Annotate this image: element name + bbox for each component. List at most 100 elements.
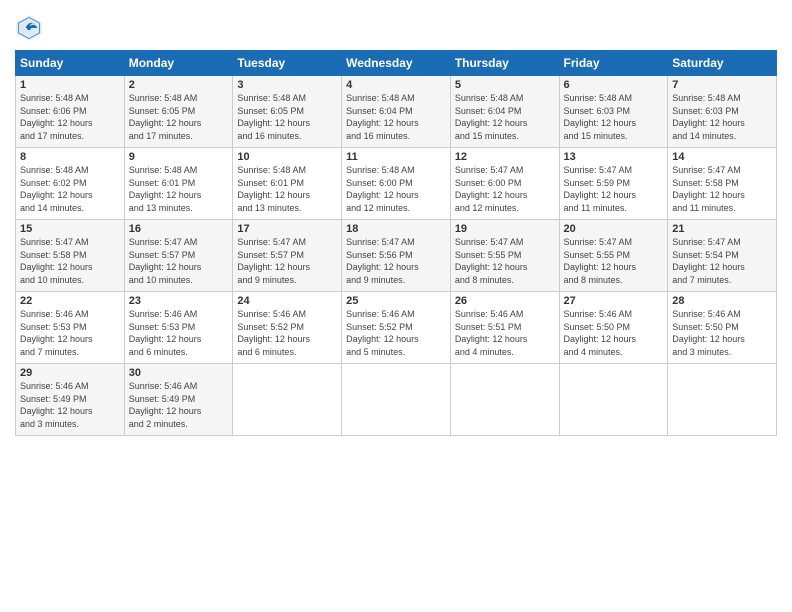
day-info: Sunrise: 5:46 AM Sunset: 5:52 PM Dayligh… bbox=[237, 308, 337, 358]
day-number: 24 bbox=[237, 295, 337, 307]
day-info: Sunrise: 5:48 AM Sunset: 6:05 PM Dayligh… bbox=[237, 92, 337, 142]
calendar-cell: 19Sunrise: 5:47 AM Sunset: 5:55 PM Dayli… bbox=[450, 220, 559, 292]
calendar-cell: 22Sunrise: 5:46 AM Sunset: 5:53 PM Dayli… bbox=[16, 292, 125, 364]
calendar-cell: 17Sunrise: 5:47 AM Sunset: 5:57 PM Dayli… bbox=[233, 220, 342, 292]
day-number: 25 bbox=[346, 295, 446, 307]
logo-icon bbox=[15, 14, 43, 42]
day-header-sunday: Sunday bbox=[16, 51, 125, 76]
day-number: 13 bbox=[564, 151, 664, 163]
calendar-cell: 18Sunrise: 5:47 AM Sunset: 5:56 PM Dayli… bbox=[342, 220, 451, 292]
calendar-cell: 27Sunrise: 5:46 AM Sunset: 5:50 PM Dayli… bbox=[559, 292, 668, 364]
week-row-2: 8Sunrise: 5:48 AM Sunset: 6:02 PM Daylig… bbox=[16, 148, 777, 220]
day-header-wednesday: Wednesday bbox=[342, 51, 451, 76]
calendar-cell: 16Sunrise: 5:47 AM Sunset: 5:57 PM Dayli… bbox=[124, 220, 233, 292]
day-info: Sunrise: 5:48 AM Sunset: 6:02 PM Dayligh… bbox=[20, 164, 120, 214]
day-info: Sunrise: 5:48 AM Sunset: 6:05 PM Dayligh… bbox=[129, 92, 229, 142]
day-info: Sunrise: 5:46 AM Sunset: 5:50 PM Dayligh… bbox=[564, 308, 664, 358]
calendar-cell: 10Sunrise: 5:48 AM Sunset: 6:01 PM Dayli… bbox=[233, 148, 342, 220]
day-info: Sunrise: 5:46 AM Sunset: 5:49 PM Dayligh… bbox=[129, 380, 229, 430]
calendar-cell: 4Sunrise: 5:48 AM Sunset: 6:04 PM Daylig… bbox=[342, 76, 451, 148]
day-number: 10 bbox=[237, 151, 337, 163]
day-number: 14 bbox=[672, 151, 772, 163]
calendar-cell: 13Sunrise: 5:47 AM Sunset: 5:59 PM Dayli… bbox=[559, 148, 668, 220]
day-header-thursday: Thursday bbox=[450, 51, 559, 76]
day-info: Sunrise: 5:48 AM Sunset: 6:00 PM Dayligh… bbox=[346, 164, 446, 214]
day-number: 8 bbox=[20, 151, 120, 163]
day-number: 3 bbox=[237, 79, 337, 91]
day-number: 26 bbox=[455, 295, 555, 307]
calendar-cell: 24Sunrise: 5:46 AM Sunset: 5:52 PM Dayli… bbox=[233, 292, 342, 364]
calendar-cell: 23Sunrise: 5:46 AM Sunset: 5:53 PM Dayli… bbox=[124, 292, 233, 364]
calendar-cell: 26Sunrise: 5:46 AM Sunset: 5:51 PM Dayli… bbox=[450, 292, 559, 364]
day-number: 18 bbox=[346, 223, 446, 235]
day-info: Sunrise: 5:46 AM Sunset: 5:50 PM Dayligh… bbox=[672, 308, 772, 358]
day-number: 27 bbox=[564, 295, 664, 307]
day-header-saturday: Saturday bbox=[668, 51, 777, 76]
main-container: SundayMondayTuesdayWednesdayThursdayFrid… bbox=[0, 0, 792, 446]
header bbox=[15, 10, 777, 42]
day-header-tuesday: Tuesday bbox=[233, 51, 342, 76]
calendar-cell bbox=[450, 364, 559, 436]
day-info: Sunrise: 5:47 AM Sunset: 5:58 PM Dayligh… bbox=[20, 236, 120, 286]
day-info: Sunrise: 5:47 AM Sunset: 5:57 PM Dayligh… bbox=[129, 236, 229, 286]
day-info: Sunrise: 5:48 AM Sunset: 6:01 PM Dayligh… bbox=[129, 164, 229, 214]
calendar-cell: 8Sunrise: 5:48 AM Sunset: 6:02 PM Daylig… bbox=[16, 148, 125, 220]
day-number: 28 bbox=[672, 295, 772, 307]
day-number: 19 bbox=[455, 223, 555, 235]
day-number: 22 bbox=[20, 295, 120, 307]
calendar-cell: 3Sunrise: 5:48 AM Sunset: 6:05 PM Daylig… bbox=[233, 76, 342, 148]
day-number: 12 bbox=[455, 151, 555, 163]
day-info: Sunrise: 5:48 AM Sunset: 6:04 PM Dayligh… bbox=[346, 92, 446, 142]
day-number: 21 bbox=[672, 223, 772, 235]
day-info: Sunrise: 5:47 AM Sunset: 5:56 PM Dayligh… bbox=[346, 236, 446, 286]
day-info: Sunrise: 5:47 AM Sunset: 5:57 PM Dayligh… bbox=[237, 236, 337, 286]
week-row-1: 1Sunrise: 5:48 AM Sunset: 6:06 PM Daylig… bbox=[16, 76, 777, 148]
day-info: Sunrise: 5:47 AM Sunset: 5:59 PM Dayligh… bbox=[564, 164, 664, 214]
day-info: Sunrise: 5:46 AM Sunset: 5:53 PM Dayligh… bbox=[129, 308, 229, 358]
day-number: 7 bbox=[672, 79, 772, 91]
calendar-cell bbox=[342, 364, 451, 436]
week-row-3: 15Sunrise: 5:47 AM Sunset: 5:58 PM Dayli… bbox=[16, 220, 777, 292]
calendar-cell bbox=[559, 364, 668, 436]
calendar-cell: 6Sunrise: 5:48 AM Sunset: 6:03 PM Daylig… bbox=[559, 76, 668, 148]
day-number: 16 bbox=[129, 223, 229, 235]
day-info: Sunrise: 5:47 AM Sunset: 5:55 PM Dayligh… bbox=[564, 236, 664, 286]
day-header-friday: Friday bbox=[559, 51, 668, 76]
calendar-header-row: SundayMondayTuesdayWednesdayThursdayFrid… bbox=[16, 51, 777, 76]
calendar-cell: 20Sunrise: 5:47 AM Sunset: 5:55 PM Dayli… bbox=[559, 220, 668, 292]
day-number: 23 bbox=[129, 295, 229, 307]
day-info: Sunrise: 5:48 AM Sunset: 6:03 PM Dayligh… bbox=[672, 92, 772, 142]
calendar-cell: 28Sunrise: 5:46 AM Sunset: 5:50 PM Dayli… bbox=[668, 292, 777, 364]
day-number: 15 bbox=[20, 223, 120, 235]
calendar-cell: 12Sunrise: 5:47 AM Sunset: 6:00 PM Dayli… bbox=[450, 148, 559, 220]
week-row-4: 22Sunrise: 5:46 AM Sunset: 5:53 PM Dayli… bbox=[16, 292, 777, 364]
calendar-cell: 2Sunrise: 5:48 AM Sunset: 6:05 PM Daylig… bbox=[124, 76, 233, 148]
calendar-table: SundayMondayTuesdayWednesdayThursdayFrid… bbox=[15, 50, 777, 436]
day-number: 30 bbox=[129, 367, 229, 379]
calendar-cell: 7Sunrise: 5:48 AM Sunset: 6:03 PM Daylig… bbox=[668, 76, 777, 148]
calendar-cell: 9Sunrise: 5:48 AM Sunset: 6:01 PM Daylig… bbox=[124, 148, 233, 220]
calendar-cell: 29Sunrise: 5:46 AM Sunset: 5:49 PM Dayli… bbox=[16, 364, 125, 436]
day-info: Sunrise: 5:47 AM Sunset: 5:55 PM Dayligh… bbox=[455, 236, 555, 286]
day-info: Sunrise: 5:48 AM Sunset: 6:01 PM Dayligh… bbox=[237, 164, 337, 214]
day-info: Sunrise: 5:48 AM Sunset: 6:04 PM Dayligh… bbox=[455, 92, 555, 142]
day-number: 2 bbox=[129, 79, 229, 91]
day-number: 1 bbox=[20, 79, 120, 91]
calendar-cell: 15Sunrise: 5:47 AM Sunset: 5:58 PM Dayli… bbox=[16, 220, 125, 292]
week-row-5: 29Sunrise: 5:46 AM Sunset: 5:49 PM Dayli… bbox=[16, 364, 777, 436]
logo bbox=[15, 14, 45, 42]
day-info: Sunrise: 5:48 AM Sunset: 6:03 PM Dayligh… bbox=[564, 92, 664, 142]
day-number: 17 bbox=[237, 223, 337, 235]
calendar-cell: 21Sunrise: 5:47 AM Sunset: 5:54 PM Dayli… bbox=[668, 220, 777, 292]
day-info: Sunrise: 5:46 AM Sunset: 5:49 PM Dayligh… bbox=[20, 380, 120, 430]
calendar-cell: 14Sunrise: 5:47 AM Sunset: 5:58 PM Dayli… bbox=[668, 148, 777, 220]
day-info: Sunrise: 5:46 AM Sunset: 5:53 PM Dayligh… bbox=[20, 308, 120, 358]
calendar-cell bbox=[233, 364, 342, 436]
calendar-cell bbox=[668, 364, 777, 436]
day-info: Sunrise: 5:47 AM Sunset: 6:00 PM Dayligh… bbox=[455, 164, 555, 214]
day-number: 5 bbox=[455, 79, 555, 91]
day-header-monday: Monday bbox=[124, 51, 233, 76]
day-number: 29 bbox=[20, 367, 120, 379]
calendar-cell: 25Sunrise: 5:46 AM Sunset: 5:52 PM Dayli… bbox=[342, 292, 451, 364]
day-number: 9 bbox=[129, 151, 229, 163]
